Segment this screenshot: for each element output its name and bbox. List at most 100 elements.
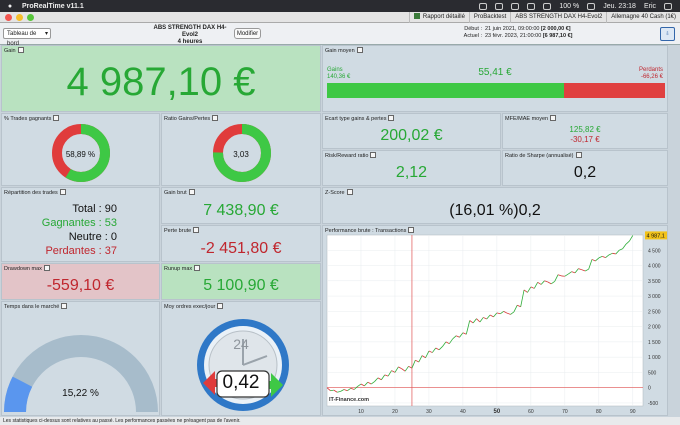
drawdown-value: -559,10 € (46, 277, 115, 294)
runup-panel: Runup max 5 100,90 € (161, 263, 321, 300)
pin-icon[interactable] (61, 303, 68, 309)
repartition-panel: Répartition des trades Total : 90 Gagnan… (1, 187, 160, 262)
zoom-window-button[interactable] (27, 13, 34, 21)
sharpe-title: Ratio de Sharpe (annualisé) (505, 153, 574, 159)
gain-brut-panel: Gain brut 7 438,90 € (161, 187, 321, 224)
start-amount: [2 000,00 €] (540, 26, 571, 32)
user-name[interactable]: Eric (644, 3, 656, 10)
chevron-down-icon: ▾ (44, 31, 48, 37)
current-label: Actuel : (463, 33, 482, 39)
pin-icon[interactable] (346, 189, 353, 195)
y-tick-label: 2 000 (648, 325, 661, 331)
gain-moyen-value: 55,41 € (478, 67, 512, 78)
temps-marche-value: 15,22 % (62, 388, 99, 399)
strategy-name: ABS STRENGTH DAX H4-Evol2 (153, 25, 227, 38)
pin-icon[interactable] (193, 227, 200, 233)
control-center-icon[interactable] (664, 2, 672, 10)
dropbox-icon[interactable] (479, 2, 488, 10)
menu-bar-status: 100 % Jeu. 23:18 Eric (479, 2, 680, 10)
modify-button[interactable]: Modifier (234, 28, 261, 39)
perte-brute-title: Perte brute (164, 228, 192, 234)
y-tick-label: 3 500 (648, 279, 661, 285)
x-tick-label: 10 (358, 409, 364, 415)
pin-icon[interactable] (217, 303, 224, 309)
perte-brute-panel: Perte brute -2 451,80 € (161, 225, 321, 262)
drawdown-panel: Drawdown max -559,10 € (1, 263, 160, 300)
y-tick-label: 0 (648, 386, 651, 392)
y-tick-label: 1 000 (648, 355, 661, 361)
current-date: 23 févr. 2023, 21:00:00 (485, 33, 542, 39)
volume-icon[interactable] (543, 2, 552, 10)
y-tick-label: 1 500 (648, 340, 661, 346)
minimize-window-button[interactable] (16, 13, 23, 21)
gain-brut-title: Gain brut (164, 190, 187, 196)
risk-reward-title: Risk/Reward ratio (325, 153, 369, 159)
tab-rapport[interactable]: Rapport détaillé (408, 11, 469, 23)
current-amount: [6 987,10 €] (542, 33, 573, 39)
pin-icon[interactable] (388, 115, 395, 121)
ratio-value: 3,03 (233, 150, 249, 159)
battery-icon[interactable] (587, 2, 596, 10)
sharpe-value: 0,2 (573, 164, 597, 181)
view-select[interactable]: Tableau de bord ▾ (3, 28, 51, 47)
pin-icon[interactable] (194, 265, 201, 271)
y-tick-label: 4 000 (648, 264, 661, 270)
performance-chart: 4 500 4 000 3 500 3 000 2 500 2 000 1 500 1 000… (326, 231, 667, 415)
x-tick-label: 80 (596, 409, 602, 415)
y-tick-label: 2 500 (648, 309, 661, 315)
clock-icon (197, 319, 289, 411)
performance-panel: Performance brute : Transactions 4 500 4 … (322, 225, 668, 416)
datetime[interactable]: Jeu. 23:18 (603, 3, 636, 10)
window-tab-bar: Rapport détaillé ProBacktest ABS STRENGT… (0, 11, 680, 23)
repartition-title: Répartition des trades (4, 190, 58, 196)
sharpe-panel: Ratio de Sharpe (annualisé) 0,2 (502, 150, 668, 186)
tab-probacktest[interactable]: ProBacktest (468, 11, 510, 23)
app-title[interactable]: ProRealTime v11.1 (22, 3, 84, 10)
x-tick-label: 30 (426, 409, 432, 415)
pin-icon[interactable] (43, 265, 50, 271)
start-date: 21 juin 2021, 09:00:00 (485, 26, 540, 32)
battery-percent[interactable]: 100 % (559, 3, 579, 10)
pin-icon[interactable] (188, 189, 195, 195)
tab-strategy[interactable]: ABS STRENGTH DAX H4-Evol2 (510, 11, 606, 23)
pin-icon[interactable] (212, 115, 219, 121)
winning-trades: Gagnantes : 53 (41, 217, 117, 229)
pin-icon[interactable] (575, 152, 582, 158)
zscore-panel: Z-Score (16,01 %)0,2 (322, 187, 668, 224)
pin-icon[interactable] (370, 152, 377, 158)
mfe-value: 125,82 € (569, 125, 601, 134)
tab-instrument[interactable]: Allemagne 40 Cash (1€) (606, 11, 680, 23)
bluetooth-icon[interactable] (511, 2, 520, 10)
zscore-value-2: 0,2 (518, 202, 541, 219)
x-tick-label: 50 (494, 409, 501, 415)
menu-bar: ● ProRealTime v11.1 100 % Jeu. 23:18 Eri… (0, 0, 680, 12)
wifi-icon[interactable] (527, 2, 536, 10)
ecart-type-value: 200,02 € (380, 127, 443, 144)
close-window-button[interactable] (5, 13, 12, 21)
risk-reward-value: 2,12 (395, 164, 428, 181)
losses-value: -66,26 € (640, 74, 663, 80)
trades-gagnants-title: % Trades gagnants (4, 116, 52, 122)
pin-icon[interactable] (550, 115, 557, 121)
losses-label: Perdants (638, 67, 663, 73)
trades-gagnants-value: 58,89 % (65, 150, 96, 159)
clock-label: 24 (233, 336, 249, 352)
export-icon[interactable]: ⇩ (660, 27, 675, 41)
pin-icon[interactable] (53, 115, 60, 121)
strategy-header: ABS STRENGTH DAX H4-Evol2 4 heures (150, 25, 230, 46)
apple-icon[interactable]: ● (6, 3, 14, 10)
gain-moyen-title: Gain moyen (325, 48, 355, 54)
perte-brute-value: -2 451,80 € (200, 240, 282, 257)
pin-icon[interactable] (17, 47, 24, 53)
screen-icon[interactable] (495, 2, 504, 10)
gain-moyen-bar-fill (327, 83, 564, 98)
window-controls (5, 13, 34, 21)
y-tick-label: 4 500 (648, 248, 661, 254)
report-toolbar: Tableau de bord ▾ ABS STRENGTH DAX H4-Ev… (0, 23, 680, 47)
gain-moyen-panel: Gain moyen Gains 140,36 € 55,41 € Perdan… (322, 45, 668, 112)
pin-icon[interactable] (356, 47, 363, 53)
start-label: Début : (464, 26, 482, 32)
x-tick-label: 70 (562, 409, 568, 415)
pin-icon[interactable] (59, 189, 66, 195)
risk-reward-panel: Risk/Reward ratio 2,12 (322, 150, 501, 186)
